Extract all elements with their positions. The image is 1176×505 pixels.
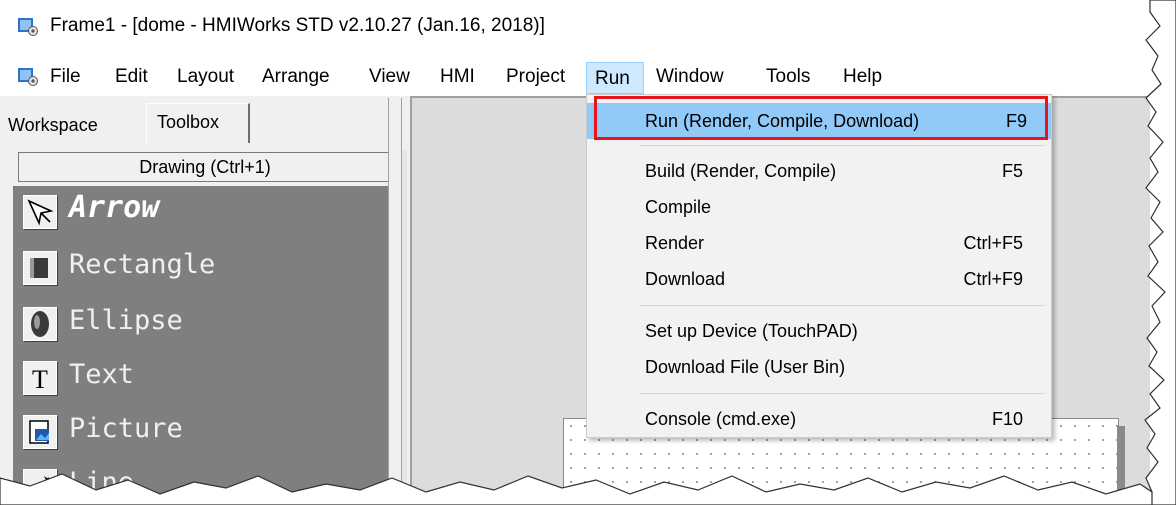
tool-label: Rectangle: [69, 249, 216, 280]
run-menu-dropdown: Run (Render, Compile, Download) F9 Build…: [586, 94, 1052, 438]
picture-icon: [23, 415, 57, 449]
tab-workspace[interactable]: Workspace: [8, 115, 98, 136]
menu-item-label: Run (Render, Compile, Download): [645, 111, 920, 131]
tool-picture[interactable]: Picture: [13, 410, 395, 456]
menu-item-render[interactable]: Render Ctrl+F5: [587, 225, 1051, 261]
menu-item-run[interactable]: Run (Render, Compile, Download) F9: [587, 103, 1051, 139]
hmiworks-window: Frame1 - [dome - HMIWorks STD v2.10.27 (…: [0, 0, 1176, 505]
menu-item-download-file[interactable]: Download File (User Bin): [587, 349, 1051, 385]
menu-item-label: Console (cmd.exe): [645, 409, 797, 429]
menu-item-setup-device[interactable]: Set up Device (TouchPAD): [587, 313, 1051, 349]
tool-line[interactable]: Line: [13, 464, 395, 505]
menu-arrange[interactable]: Arrange: [262, 66, 330, 88]
splitter[interactable]: [388, 98, 402, 505]
menu-view[interactable]: View: [369, 66, 410, 88]
menu-item-shortcut: Ctrl+F5: [963, 233, 1023, 253]
menu-run-label: Run: [595, 68, 630, 89]
window-title: Frame1 - [dome - HMIWorks STD v2.10.27 (…: [50, 15, 545, 36]
menu-item-shortcut: F10: [991, 409, 1023, 429]
svg-text:T: T: [32, 365, 48, 394]
menu-run[interactable]: Run: [586, 62, 644, 94]
tool-label: Picture: [69, 413, 183, 444]
tool-rectangle[interactable]: Rectangle: [13, 246, 395, 292]
menu-item-label: Set up Device (TouchPAD): [645, 321, 858, 341]
menu-tools[interactable]: Tools: [766, 66, 810, 88]
menu-hmi[interactable]: HMI: [440, 66, 475, 88]
tab-toolbox[interactable]: Toolbox: [146, 103, 250, 143]
line-icon: [23, 469, 57, 503]
menu-project[interactable]: Project: [506, 66, 565, 88]
menu-separator: [639, 393, 1045, 394]
menu-item-label: Download: [645, 269, 726, 289]
menu-item-shortcut: F5: [1001, 161, 1023, 181]
tool-text[interactable]: T Text: [13, 356, 395, 402]
tool-arrow[interactable]: Arrow: [13, 190, 395, 236]
menu-item-console[interactable]: Console (cmd.exe) F10: [587, 401, 1051, 437]
menu-window[interactable]: Window: [656, 66, 724, 88]
tool-label: Text: [69, 359, 135, 390]
text-icon: T: [23, 361, 57, 395]
drawing-section-header[interactable]: Drawing (Ctrl+1): [18, 152, 392, 182]
tool-label: Line: [69, 467, 135, 498]
rectangle-icon: [23, 251, 57, 285]
menu-item-label: Compile: [645, 197, 712, 217]
menu-separator: [639, 305, 1045, 306]
ellipse-icon: [23, 307, 57, 341]
app-icon: [18, 18, 38, 36]
app-menu-icon[interactable]: [18, 68, 38, 86]
arrow-cursor-icon: [23, 195, 57, 229]
menu-item-compile[interactable]: Compile: [587, 189, 1051, 225]
toolbox-tools: Arrow Rectangle Ellipse T Text Picture L…: [13, 186, 395, 505]
menu-item-shortcut: F9: [1005, 111, 1027, 131]
menu-item-label: Build (Render, Compile): [645, 161, 837, 181]
tool-ellipse[interactable]: Ellipse: [13, 302, 395, 348]
menu-item-download[interactable]: Download Ctrl+F9: [587, 261, 1051, 297]
menu-item-shortcut: Ctrl+F9: [963, 269, 1023, 289]
menu-item-label: Render: [645, 233, 705, 253]
menu-item-build[interactable]: Build (Render, Compile) F5: [587, 153, 1051, 189]
menu-layout[interactable]: Layout: [177, 66, 234, 88]
menu-edit[interactable]: Edit: [115, 66, 148, 88]
menu-help[interactable]: Help: [843, 66, 882, 88]
tab-toolbox-label: Toolbox: [157, 112, 220, 132]
menu-file[interactable]: File: [50, 66, 81, 88]
tool-label: Arrow: [69, 190, 160, 225]
menu-separator: [639, 145, 1045, 146]
tool-label: Ellipse: [69, 305, 183, 336]
page-shadow: [1117, 426, 1125, 505]
title-bar: Frame1 - [dome - HMIWorks STD v2.10.27 (…: [0, 0, 1150, 58]
menu-item-label: Download File (User Bin): [645, 357, 846, 377]
menu-bar: File Edit Layout Arrange View HMI Projec…: [0, 58, 1150, 96]
